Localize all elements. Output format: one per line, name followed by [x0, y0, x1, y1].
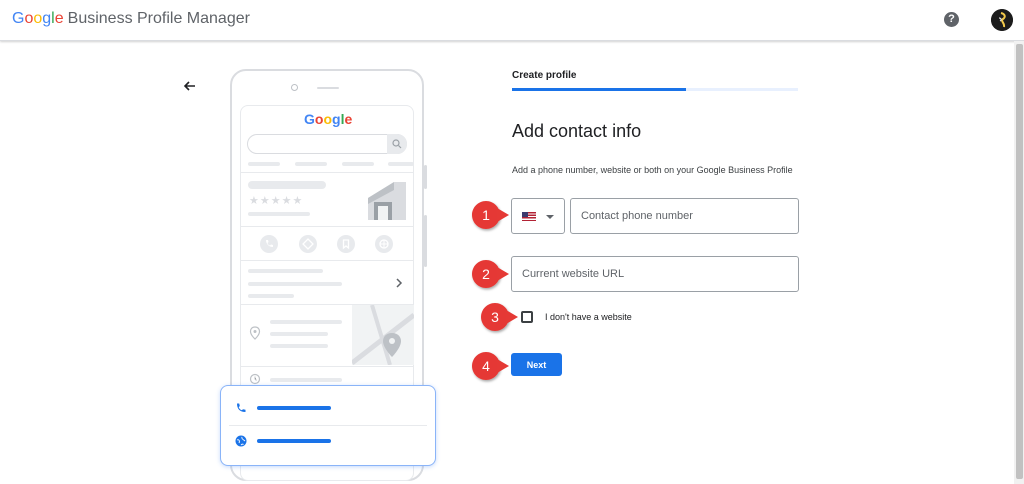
no-website-checkbox[interactable] [521, 311, 533, 323]
next-button[interactable]: Next [511, 353, 562, 376]
back-arrow-icon[interactable] [180, 76, 200, 96]
callout-marker-4: 4 [471, 351, 509, 381]
callout-number: 2 [482, 266, 490, 282]
clock-icon [249, 373, 261, 385]
callout-marker-3: 3 [480, 302, 518, 332]
phone-icon [260, 235, 278, 253]
card-phone-line [257, 406, 331, 410]
card-web-line [257, 439, 331, 443]
search-icon [387, 134, 407, 154]
store-icon [368, 182, 406, 220]
chevron-right-icon [396, 278, 403, 288]
divider [240, 366, 414, 367]
placeholder-bar [248, 181, 326, 189]
callout-marker-2: 2 [471, 259, 509, 289]
map-pin-icon [249, 326, 261, 340]
directions-icon [299, 235, 317, 253]
placeholder-bar [248, 269, 323, 273]
mini-search-bar [247, 134, 407, 154]
chevron-down-icon [546, 215, 554, 219]
phone-side-button [424, 215, 427, 267]
globe-icon [235, 435, 247, 447]
website-url-input[interactable] [511, 256, 799, 292]
progress-fill [512, 88, 687, 91]
callout-number: 4 [482, 358, 490, 374]
google-logo-small: Google [304, 111, 353, 127]
page-title: Add contact info [512, 121, 642, 141]
no-website-label[interactable]: I don't have a website [545, 312, 632, 322]
app-title[interactable]: Google Business Profile Manager [12, 10, 250, 28]
phone-speaker [317, 87, 339, 89]
placeholder-bar [270, 320, 342, 324]
placeholder-bar [295, 162, 327, 166]
placeholder-bar [388, 162, 414, 166]
scrollbar-thumb[interactable] [1016, 44, 1023, 479]
bookmark-icon [337, 235, 355, 253]
map-thumbnail [352, 305, 414, 365]
placeholder-bar [270, 344, 328, 348]
google-logo: Google [12, 10, 64, 27]
product-name: Business Profile Manager [67, 10, 250, 27]
step-label: Create profile [512, 70, 577, 81]
placeholder-bar [270, 332, 328, 336]
page-subtitle: Add a phone number, website or both on y… [512, 165, 793, 175]
divider [240, 260, 414, 261]
globe-icon [375, 235, 393, 253]
placeholder-bar [248, 282, 342, 286]
placeholder-bar [342, 162, 374, 166]
phone-number-input[interactable] [570, 198, 799, 234]
phone-side-button [424, 165, 427, 189]
divider [229, 425, 427, 426]
placeholder-bar [248, 162, 280, 166]
account-avatar[interactable] [991, 9, 1013, 31]
placeholder-bar [248, 294, 294, 298]
divider [240, 172, 414, 173]
callout-marker-1: 1 [471, 200, 510, 230]
country-code-select[interactable] [511, 198, 565, 234]
placeholder-bar [248, 212, 310, 216]
top-bar: Google Business Profile Manager ? [0, 0, 1024, 41]
placeholder-bar [270, 378, 342, 382]
phone-camera [291, 84, 298, 91]
callout-number: 3 [491, 309, 499, 325]
help-icon[interactable]: ? [944, 12, 959, 27]
callout-number: 1 [482, 207, 490, 223]
us-flag-icon [522, 212, 536, 221]
phone-icon [237, 403, 246, 412]
divider [240, 226, 414, 227]
rating-stars: ★★★★★ [249, 195, 304, 207]
